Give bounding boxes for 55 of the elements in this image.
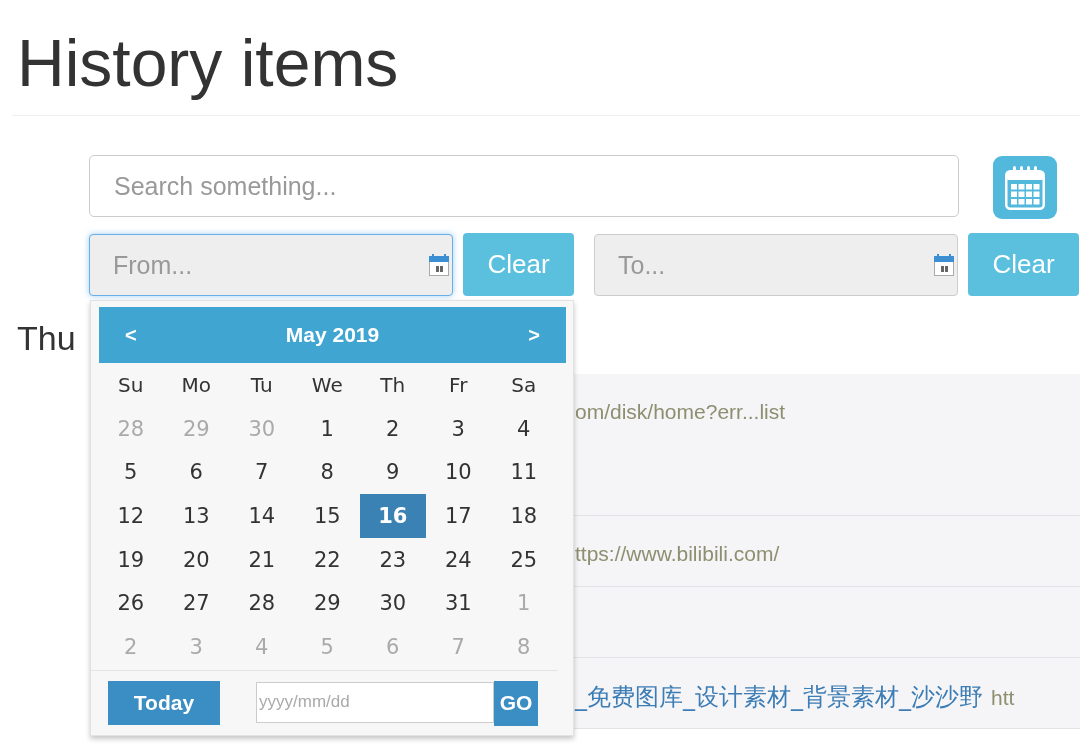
weekday-label: Th: [379, 372, 407, 399]
date-input[interactable]: yyyy/mm/dd: [256, 681, 494, 723]
day-cell[interactable]: 2: [360, 407, 426, 451]
day-cell[interactable]: 14: [229, 494, 295, 538]
day-cell[interactable]: 19: [98, 537, 164, 582]
calendar-icon: [427, 253, 451, 277]
day-cell[interactable]: 4: [491, 407, 557, 451]
day-cell[interactable]: 23: [360, 537, 426, 582]
url-text: om/disk/home?err...list: [575, 400, 786, 424]
date-field[interactable]: To...: [594, 234, 958, 296]
day-cell[interactable]: 21: [229, 537, 295, 582]
calendar-icon: [1005, 165, 1045, 210]
day-cell[interactable]: 7: [229, 450, 295, 495]
day-cell[interactable]: 6: [163, 450, 229, 495]
day-cell[interactable]: 30: [360, 581, 426, 625]
day-cell[interactable]: 1: [294, 407, 360, 451]
day-cell[interactable]: 16: [360, 494, 426, 538]
day-cell[interactable]: 31: [425, 581, 491, 625]
day-cell[interactable]: 8: [294, 450, 360, 495]
day-cell[interactable]: 28: [229, 581, 295, 625]
page-title: History items: [17, 27, 399, 100]
day-cell[interactable]: 25: [491, 537, 557, 582]
day-cell[interactable]: 12: [98, 494, 164, 538]
day-cell[interactable]: 20: [163, 537, 229, 582]
search-field[interactable]: Search something...: [89, 155, 959, 217]
day-cell[interactable]: 15: [294, 494, 360, 538]
url-text: htt: [991, 686, 1015, 710]
today-button[interactable]: Today: [108, 680, 220, 725]
day-cell[interactable]: 5: [98, 450, 164, 495]
day-cell[interactable]: 24: [425, 537, 491, 582]
day-cell[interactable]: 3: [425, 407, 491, 451]
day-cell[interactable]: 9: [360, 450, 426, 495]
url-text: ttps://www.bilibili.com/: [575, 542, 780, 566]
weekday-label: Mo: [180, 372, 212, 399]
weekday-label: We: [310, 372, 344, 399]
date-heading: Thu: [17, 318, 76, 358]
day-cell[interactable]: 18: [491, 494, 557, 538]
day-cell[interactable]: 29: [294, 581, 360, 625]
page-title-link[interactable]: _免费图库_设计素材_背景素材_沙沙野: [575, 684, 983, 710]
go-button[interactable]: GO: [494, 680, 538, 726]
weekday-label: Sa: [510, 372, 538, 399]
weekday-label: Su: [117, 372, 145, 399]
day-cell[interactable]: 13: [163, 494, 229, 538]
date-field[interactable]: From...: [89, 234, 453, 296]
day-cell[interactable]: 11: [491, 450, 557, 495]
calendar-button[interactable]: [993, 156, 1057, 219]
weekday-label: Fr: [448, 372, 469, 399]
weekday-label: Tu: [249, 372, 274, 399]
day-cell[interactable]: 22: [294, 537, 360, 582]
day-cell[interactable]: 17: [425, 494, 491, 538]
day-cell[interactable]: 27: [163, 581, 229, 625]
calendar-icon: [932, 253, 956, 277]
day-cell[interactable]: 10: [425, 450, 491, 495]
day-cell[interactable]: 26: [98, 581, 164, 625]
month-label: May 2019: [284, 323, 381, 347]
